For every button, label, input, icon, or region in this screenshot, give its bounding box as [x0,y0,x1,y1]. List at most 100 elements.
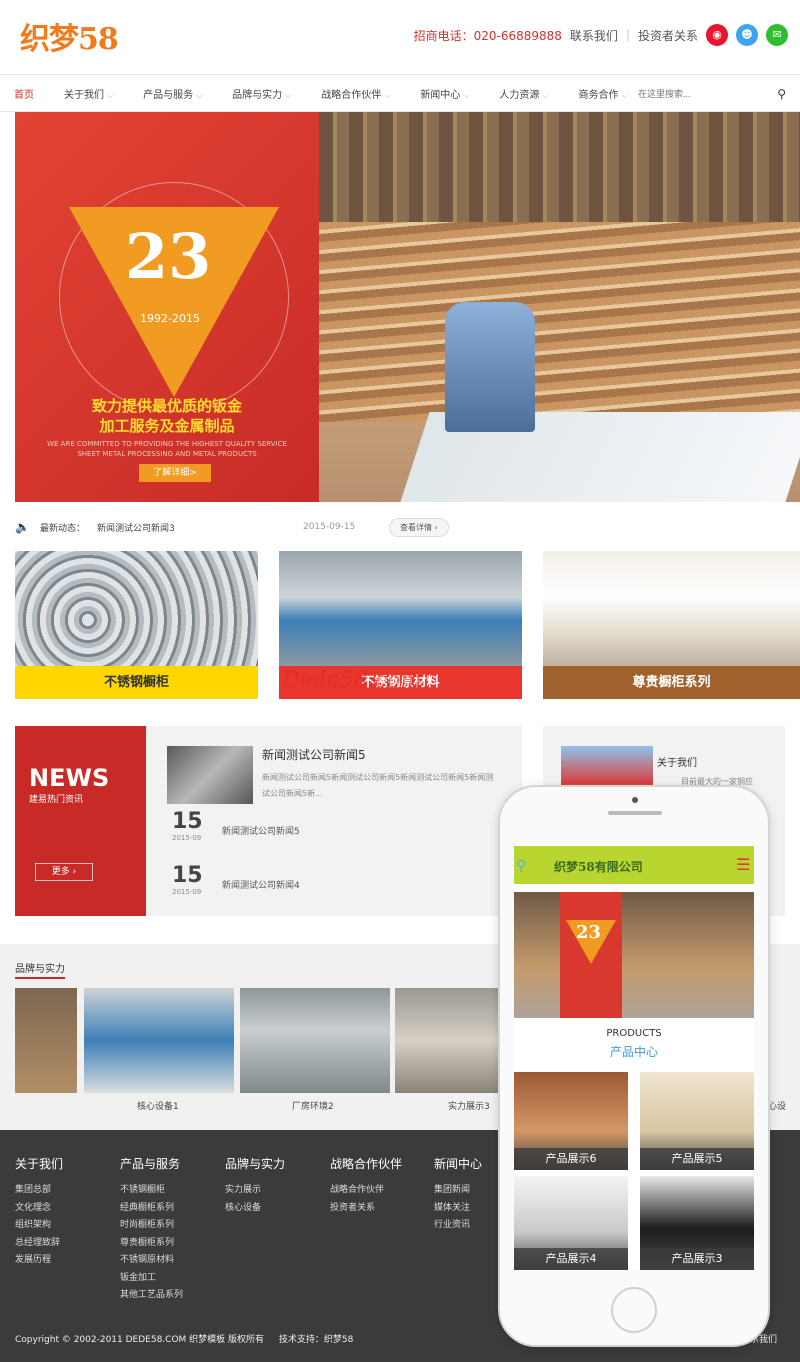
footer-link[interactable]: 组织架构 [15,1217,63,1235]
brand-image[interactable] [84,988,234,1093]
banner-title-line2: 加工服务及金属制品 [99,417,235,435]
nav-item-business[interactable]: 商务合作 ⌵ [578,86,627,101]
about-title[interactable]: 关于我们 [657,754,697,769]
footer-link[interactable]: 实力展示 [225,1182,285,1200]
brand-heading: 品牌与实力 [15,960,65,979]
site-logo[interactable]: 织梦58 [20,14,119,58]
search-icon[interactable]: ⚲ [516,858,526,874]
phone-speaker [608,811,662,815]
contact-link[interactable]: 联系我们 [570,27,618,44]
banner-en-line2: SHEET METAL PROCESSING AND METAL PRODUCT… [77,450,257,458]
footer-column: 关于我们 集团总部 文化理念 组织架构 总经理致辞 发展历程 [15,1155,63,1270]
footer-link[interactable]: 不锈钢橱柜 [120,1182,183,1200]
nav-label: 品牌与实力 [232,89,283,101]
phone-product-tile[interactable]: 产品展示4 [514,1176,628,1270]
footer-column-title[interactable]: 新闻中心 [434,1155,482,1172]
investor-link[interactable]: 投资者关系 [638,27,698,44]
nav-item-brand[interactable]: 品牌与实力 ⌵ [232,86,291,101]
hero-banner[interactable]: 23 1992-2015 致力提供最优质的钣金 加工服务及金属制品 WE ARE… [15,112,800,502]
news-item[interactable]: 15 2015-09 [172,863,203,897]
news-day: 15 [172,863,203,888]
ticker-more-button[interactable]: 查看详情 › [388,517,449,537]
phone-screen: ⚲ 织梦58有限公司 ☰ 23 PRODUCTS 产品中心 产品展示6 产品展示… [514,846,754,1270]
ticker-title[interactable]: 新闻测试公司新闻3 [97,521,303,534]
product-label: 尊贵橱柜系列 [543,666,800,699]
footer-link[interactable]: 集团新闻 [434,1182,482,1200]
product-card-1[interactable]: 不锈钢橱柜 [15,551,258,699]
nav-item-news[interactable]: 新闻中心 ⌵ [420,86,469,101]
footer-column-title[interactable]: 关于我们 [15,1155,63,1172]
footer-link[interactable]: 行业资讯 [434,1217,482,1235]
brand-image[interactable] [240,988,390,1093]
footer-link[interactable]: 总经理致辞 [15,1235,63,1253]
nav-item-hr[interactable]: 人力资源 ⌵ [499,86,548,101]
wechat-icon[interactable]: ✉ [766,24,788,46]
product-card-3[interactable]: 尊贵橱柜系列 [543,551,800,699]
nav-item-about[interactable]: 关于我们 ⌵ [64,86,113,101]
footer-link[interactable]: 钣金加工 [120,1270,183,1288]
search-icon[interactable]: ⚲ [777,87,786,101]
news-month: 2015-09 [172,888,202,896]
copyright-text: Copyright © 2002-2011 DEDE58.COM 织梦模板 版权… [15,1332,353,1345]
footer-link[interactable]: 投资者关系 [330,1200,402,1218]
phone-banner-number: 23 [576,922,602,943]
nav-item-partners[interactable]: 战略合作伙伴 ⌵ [321,86,390,101]
footer-link[interactable]: 战略合作伙伴 [330,1182,402,1200]
footer-link[interactable]: 不锈钢原材料 [120,1252,183,1270]
banner-red-panel: 23 1992-2015 致力提供最优质的钣金 加工服务及金属制品 WE ARE… [15,112,319,502]
brand-caption: 厂房环境2 [292,1102,334,1112]
menu-icon[interactable]: ☰ [736,855,750,874]
phone-product-tile[interactable]: 产品展示3 [640,1176,754,1270]
nav-label: 商务合作 [578,89,619,101]
ticker-label: 最新动态： [39,523,85,534]
footer-column-title[interactable]: 战略合作伙伴 [330,1155,402,1172]
chevron-down-icon: ⌵ [621,90,628,100]
footer-column-title[interactable]: 产品与服务 [120,1155,183,1172]
footer-link[interactable]: 尊贵橱柜系列 [120,1235,183,1253]
product-label: 不锈钢橱柜 [15,666,258,699]
qq-icon[interactable]: ☻ [736,24,758,46]
watermark: Dede58.com [282,668,422,693]
brand-caption: 实力展示3 [448,1102,490,1112]
chevron-right-icon: › [72,867,77,877]
search-input[interactable] [638,89,758,99]
news-thumbnail[interactable] [167,746,253,804]
brand-image[interactable] [395,988,500,1093]
footer-link[interactable]: 发展历程 [15,1252,63,1270]
brand-image[interactable] [15,988,77,1093]
banner-title: 致力提供最优质的钣金 加工服务及金属制品 [15,396,319,436]
phone-product-tile[interactable]: 产品展示6 [514,1072,628,1170]
footer-link[interactable]: 文化理念 [15,1200,63,1218]
footer-link[interactable]: 集团总部 [15,1182,63,1200]
news-item[interactable]: 15 2015-09 [172,810,203,843]
phone-company-name: 织梦58有限公司 [554,860,643,874]
news-item-title[interactable]: 新闻测试公司新闻5 [222,824,300,837]
nav-label: 关于我们 [64,89,104,101]
weibo-icon[interactable]: ◉ [706,24,728,46]
nav-item-home[interactable]: 首页 [14,86,34,101]
news-more-button[interactable]: 更多 › [35,863,93,881]
chevron-down-icon: ⌵ [542,90,549,100]
footer-link[interactable]: 核心设备 [225,1200,285,1218]
banner-title-line1: 致力提供最优质的钣金 [91,397,242,415]
footer-column: 品牌与实力 实力展示 核心设备 [225,1155,285,1217]
footer-link[interactable]: 经典橱柜系列 [120,1200,183,1218]
news-ticker: 🔈 最新动态： 新闻测试公司新闻3 2015-09-15 查看详情 › [15,512,800,542]
nav-item-products[interactable]: 产品与服务 ⌵ [143,86,202,101]
footer-link[interactable]: 时尚橱柜系列 [120,1217,183,1235]
chevron-down-icon: ⌵ [384,90,391,100]
banner-detail-button[interactable]: 了解详细> [139,464,211,482]
tech-support-label: 技术支持：织梦58 [278,1335,354,1345]
phone-banner[interactable]: 23 [514,892,754,1018]
phone-product-tile[interactable]: 产品展示5 [640,1072,754,1170]
search-bar: ⚲ [638,86,786,102]
footer-link[interactable]: 其他工艺品系列 [120,1287,183,1305]
product-image [279,551,522,666]
banner-years: 1992-2015 [140,312,200,325]
news-item-title[interactable]: 新闻测试公司新闻4 [222,878,300,891]
news-featured-title[interactable]: 新闻测试公司新闻5 [262,746,366,763]
nav-label: 战略合作伙伴 [321,89,382,101]
footer-link[interactable]: 媒体关注 [434,1200,482,1218]
footer-column: 产品与服务 不锈钢橱柜 经典橱柜系列 时尚橱柜系列 尊贵橱柜系列 不锈钢原材料 … [120,1155,183,1305]
footer-column-title[interactable]: 品牌与实力 [225,1155,285,1172]
